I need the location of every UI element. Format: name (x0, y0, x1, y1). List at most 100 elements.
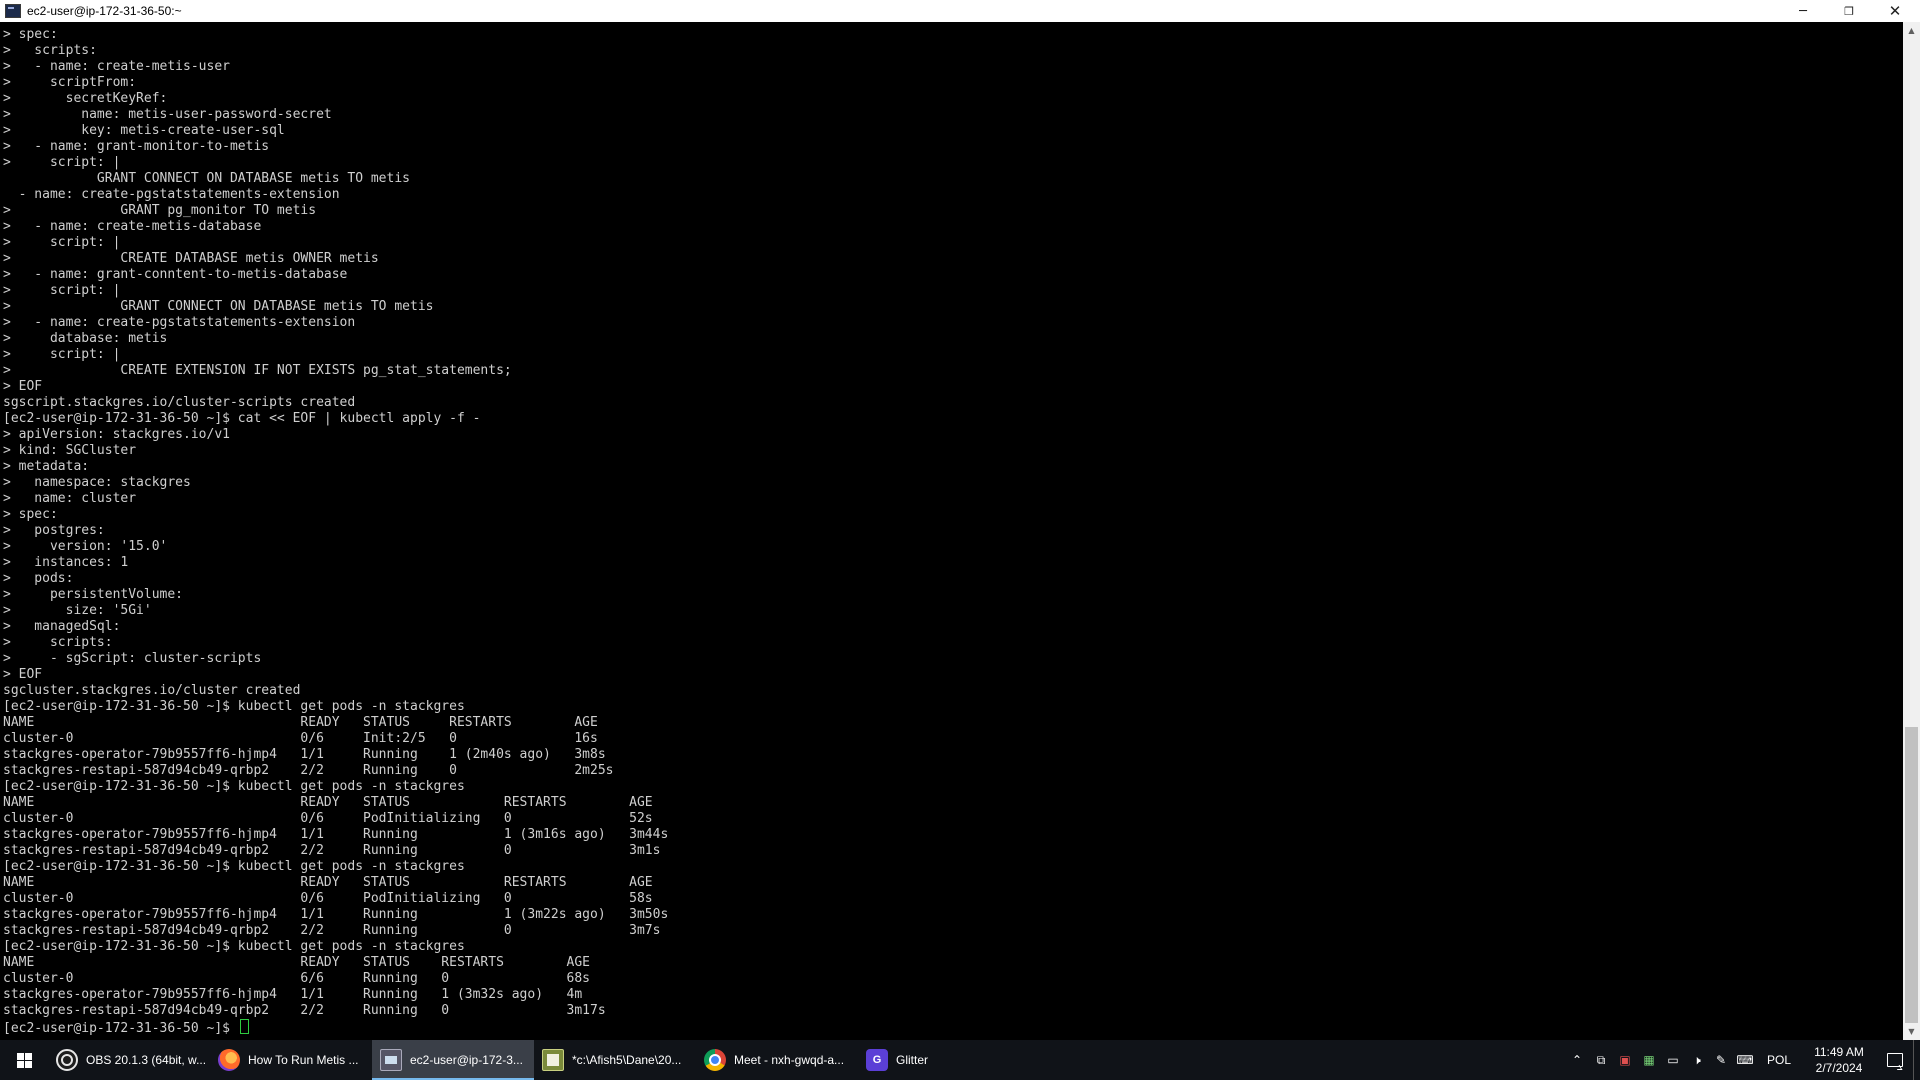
taskbar-item-chrome[interactable]: Meet - nxh-gwqd-a... (696, 1040, 858, 1080)
network-icon[interactable]: ▭ (1661, 1040, 1685, 1080)
nvidia-icon[interactable]: ▦ (1637, 1040, 1661, 1080)
terminal-line: cluster-0 6/6 Running 0 68s (3, 971, 590, 986)
terminal-line: cluster-0 0/6 PodInitializing 0 52s (3, 811, 653, 826)
terminal-line: sgcluster.stackgres.io/cluster created (3, 683, 301, 698)
terminal-line: > scripts: (3, 43, 97, 58)
terminal-line: > - name: grant-conntent-to-metis-databa… (3, 267, 348, 282)
window-titlebar[interactable]: ec2-user@ip-172-31-36-50:~ (0, 0, 1920, 23)
terminal-line: > CREATE DATABASE metis OWNER metis (3, 251, 379, 266)
terminal-prompt-line[interactable]: [ec2-user@ip-172-31-36-50 ~]$ (3, 1019, 1903, 1036)
terminal-line: > size: '5Gi' (3, 603, 152, 618)
terminal-line: > secretKeyRef: (3, 91, 168, 106)
clock-time: 11:49 AM (1814, 1045, 1864, 1059)
terminal-line: > postgres: (3, 523, 105, 538)
terminal-line: > scripts: (3, 635, 113, 650)
system-tray: ⌃ ⧉ ▣ ▦ ▭ 🕨 ✎ ⌨ POL 11:49 AM 2/7/2024 (1565, 1040, 1920, 1080)
terminal-line: stackgres-restapi-587d94cb49-qrbp2 2/2 R… (3, 843, 661, 858)
terminal-line: > script: | (3, 155, 121, 170)
close-button[interactable]: ✕ (1872, 0, 1918, 22)
window-title: ec2-user@ip-172-31-36-50:~ (27, 4, 182, 18)
glitter-icon: G (866, 1049, 888, 1071)
terminal-line: > apiVersion: stackgres.io/v1 (3, 427, 230, 442)
terminal-line: stackgres-restapi-587d94cb49-qrbp2 2/2 R… (3, 1003, 606, 1018)
start-button[interactable] (0, 1040, 48, 1080)
terminal-line: > GRANT pg_monitor TO metis (3, 203, 317, 218)
terminal-line: > namespace: stackgres (3, 475, 191, 490)
terminal-line: - name: create-pgstatstatements-extensio… (3, 187, 340, 202)
terminal-line: > scriptFrom: (3, 75, 137, 90)
terminal-line: GRANT CONNECT ON DATABASE metis TO metis (3, 171, 410, 186)
network-share-icon[interactable]: ⧉ (1589, 1040, 1613, 1080)
terminal-line: > database: metis (3, 331, 168, 346)
putty-icon[interactable] (5, 4, 21, 18)
terminal-line: stackgres-operator-79b9557ff6-hjmp4 1/1 … (3, 747, 606, 762)
terminal-line: NAME READY STATUS RESTARTS AGE (3, 795, 653, 810)
terminal-output[interactable]: > spec: > scripts: > - name: create-metis-… (0, 22, 1903, 1040)
scroll-down-arrow-icon[interactable]: ▼ (1903, 1023, 1920, 1040)
terminal-line: > script: | (3, 235, 121, 250)
terminal-line: [ec2-user@ip-172-31-36-50 ~]$ cat << EOF… (3, 411, 481, 426)
taskbar-item-firefox[interactable]: How To Run Metis ... (210, 1040, 372, 1080)
terminal-line: stackgres-restapi-587d94cb49-qrbp2 2/2 R… (3, 763, 614, 778)
terminal-line: stackgres-operator-79b9557ff6-hjmp4 1/1 … (3, 907, 669, 922)
terminal-line: > instances: 1 (3, 555, 129, 570)
terminal-lines: > spec: > scripts: > - name: create-metis-… (0, 22, 1903, 1036)
terminal-line: > GRANT CONNECT ON DATABASE metis TO met… (3, 299, 434, 314)
terminal-line: > persistentVolume: (3, 587, 184, 602)
chrome-icon (704, 1049, 726, 1071)
obs-icon (56, 1049, 78, 1071)
clock-date: 2/7/2024 (1815, 1061, 1863, 1075)
scrollbar-thumb[interactable] (1905, 727, 1918, 1023)
speaker-muted-icon[interactable]: 🕨 (1685, 1040, 1709, 1080)
terminal-line: > - name: grant-monitor-to-metis (3, 139, 270, 154)
terminal-line: [ec2-user@ip-172-31-36-50 ~]$ kubectl ge… (3, 859, 465, 874)
terminal-line: stackgres-operator-79b9557ff6-hjmp4 1/1 … (3, 987, 583, 1002)
firefox-icon (218, 1049, 240, 1071)
taskbar-item-label: Glitter (896, 1053, 929, 1067)
terminal-line: > metadata: (3, 459, 90, 474)
scroll-up-arrow-icon[interactable]: ▲ (1903, 22, 1920, 39)
security-icon[interactable]: ▣ (1613, 1040, 1637, 1080)
terminal-line: > EOF (3, 379, 43, 394)
terminal-line: > script: | (3, 347, 121, 362)
notepad-icon (542, 1049, 564, 1071)
taskbar-item-label: *c:\Afish5\Dane\20... (572, 1053, 682, 1067)
terminal-line: NAME READY STATUS RESTARTS AGE (3, 955, 590, 970)
terminal-line: > name: metis-user-password-secret (3, 107, 332, 122)
taskbar-item-glitter[interactable]: G Glitter (858, 1040, 1008, 1080)
pen-icon[interactable]: ✎ (1709, 1040, 1733, 1080)
terminal-line: stackgres-restapi-587d94cb49-qrbp2 2/2 R… (3, 923, 661, 938)
taskbar-item-label: Meet - nxh-gwqd-a... (734, 1053, 845, 1067)
show-desktop-button[interactable] (1913, 1040, 1920, 1080)
terminal-line: > script: | (3, 283, 121, 298)
terminal-line: > key: metis-create-user-sql (3, 123, 285, 138)
terminal-line: cluster-0 0/6 Init:2/5 0 16s (3, 731, 598, 746)
taskbar-item-obs[interactable]: OBS 20.1.3 (64bit, w... (48, 1040, 210, 1080)
terminal-line: > spec: (3, 27, 58, 42)
language-indicator[interactable]: POL (1757, 1040, 1801, 1080)
terminal-line: > CREATE EXTENSION IF NOT EXISTS pg_stat… (3, 363, 512, 378)
taskbar-item-notepad[interactable]: *c:\Afish5\Dane\20... (534, 1040, 696, 1080)
terminal-line: [ec2-user@ip-172-31-36-50 ~]$ kubectl ge… (3, 699, 465, 714)
windows-logo-icon (16, 1052, 32, 1068)
taskbar-item-label: How To Run Metis ... (248, 1053, 359, 1067)
terminal-line: > version: '15.0' (3, 539, 168, 554)
taskbar-item-terminal[interactable]: ec2-user@ip-172-3... (372, 1040, 534, 1080)
clock[interactable]: 11:49 AM 2/7/2024 (1801, 1040, 1877, 1080)
terminal-line: > pods: (3, 571, 74, 586)
terminal-line: cluster-0 0/6 PodInitializing 0 58s (3, 891, 653, 906)
terminal-line: NAME READY STATUS RESTARTS AGE (3, 875, 653, 890)
terminal-scrollbar[interactable]: ▲ ▼ (1903, 22, 1920, 1040)
terminal-line: [ec2-user@ip-172-31-36-50 ~]$ kubectl ge… (3, 779, 465, 794)
terminal-line: > - name: create-metis-user (3, 59, 230, 74)
keyboard-icon[interactable]: ⌨ (1733, 1040, 1757, 1080)
chevron-up-icon[interactable]: ⌃ (1565, 1040, 1589, 1080)
terminal-line: > kind: SGCluster (3, 443, 137, 458)
minimize-button[interactable]: ─ (1780, 0, 1826, 22)
putty-icon (380, 1049, 402, 1071)
terminal-line: > EOF (3, 667, 43, 682)
terminal-line: stackgres-operator-79b9557ff6-hjmp4 1/1 … (3, 827, 669, 842)
notifications-icon[interactable] (1877, 1040, 1913, 1080)
terminal-line: sgscript.stackgres.io/cluster-scripts cr… (3, 395, 356, 410)
restore-button[interactable]: ❐ (1826, 0, 1872, 22)
